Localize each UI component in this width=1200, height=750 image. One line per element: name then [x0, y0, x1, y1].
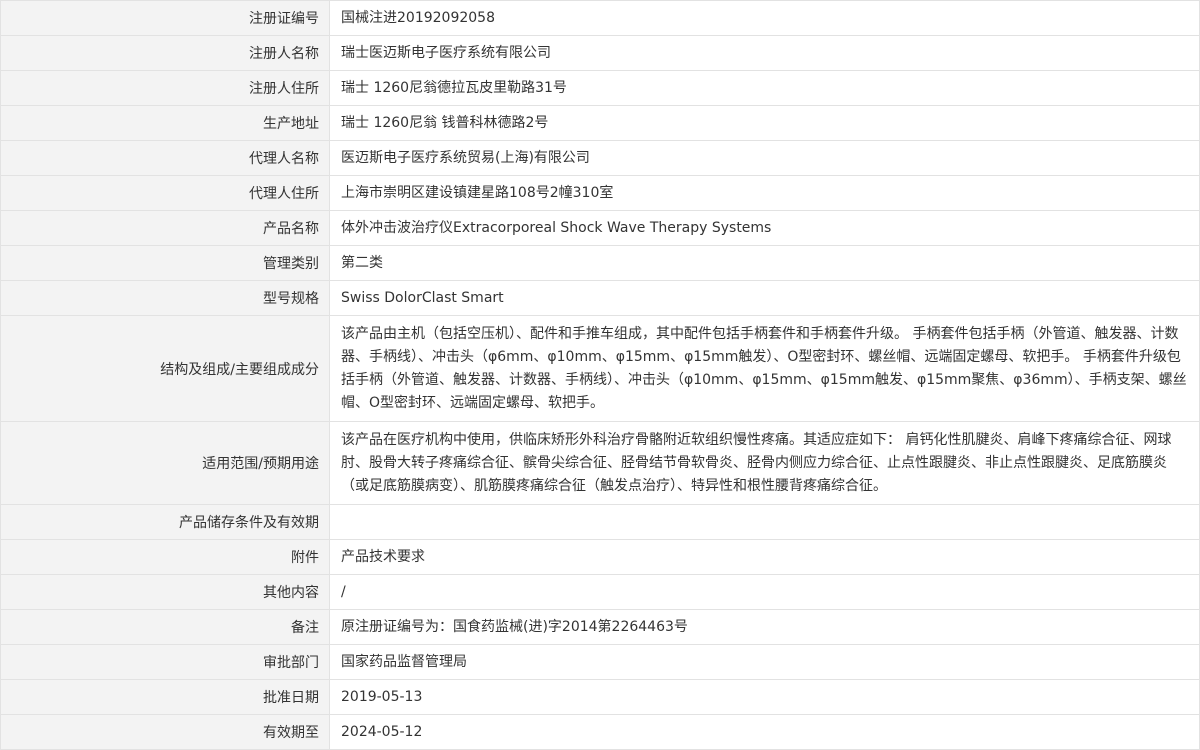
table-row: 结构及组成/主要组成成分 该产品由主机（包括空压机）、配件和手推车组成，其中配件包… [0, 315, 1200, 422]
table-row: 有效期至 2024-05-12 [0, 714, 1200, 750]
table-row: 审批部门 国家药品监督管理局 [0, 644, 1200, 680]
field-label: 代理人名称 [0, 140, 330, 176]
field-value: 上海市崇明区建设镇建星路108号2幢310室 [329, 175, 1200, 211]
field-label: 注册人名称 [0, 35, 330, 71]
field-value: 国械注进20192092058 [329, 0, 1200, 36]
table-row: 注册人住所 瑞士 1260尼翁德拉瓦皮里勒路31号 [0, 70, 1200, 106]
table-row: 附件 产品技术要求 [0, 539, 1200, 575]
field-label: 备注 [0, 609, 330, 645]
field-label: 附件 [0, 539, 330, 575]
field-label: 产品储存条件及有效期 [0, 504, 330, 540]
field-label: 结构及组成/主要组成成分 [0, 315, 330, 422]
table-row: 产品储存条件及有效期 [0, 504, 1200, 540]
field-label: 代理人住所 [0, 175, 330, 211]
field-value: 医迈斯电子医疗系统贸易(上海)有限公司 [329, 140, 1200, 176]
field-value: 2019-05-13 [329, 679, 1200, 715]
table-row: 产品名称 体外冲击波治疗仪Extracorporeal Shock Wave Th… [0, 210, 1200, 246]
table-row: 其他内容 / [0, 574, 1200, 610]
field-label: 生产地址 [0, 105, 330, 141]
table-row: 代理人名称 医迈斯电子医疗系统贸易(上海)有限公司 [0, 140, 1200, 176]
table-row: 代理人住所 上海市崇明区建设镇建星路108号2幢310室 [0, 175, 1200, 211]
table-row: 适用范围/预期用途 该产品在医疗机构中使用，供临床矫形外科治疗骨骼附近软组织慢性疼… [0, 421, 1200, 505]
table-row: 备注 原注册证编号为：国食药监械(进)字2014第2264463号 [0, 609, 1200, 645]
field-value: 该产品在医疗机构中使用，供临床矫形外科治疗骨骼附近软组织慢性疼痛。其适应症如下：… [329, 421, 1200, 505]
field-value: 原注册证编号为：国食药监械(进)字2014第2264463号 [329, 609, 1200, 645]
field-value: 国家药品监督管理局 [329, 644, 1200, 680]
field-value: 产品技术要求 [329, 539, 1200, 575]
field-value: / [329, 574, 1200, 610]
field-label: 注册证编号 [0, 0, 330, 36]
field-value: 瑞士医迈斯电子医疗系统有限公司 [329, 35, 1200, 71]
field-label: 适用范围/预期用途 [0, 421, 330, 505]
field-label: 有效期至 [0, 714, 330, 750]
field-value: 瑞士 1260尼翁 钱普科林德路2号 [329, 105, 1200, 141]
table-row: 注册人名称 瑞士医迈斯电子医疗系统有限公司 [0, 35, 1200, 71]
field-value: 瑞士 1260尼翁德拉瓦皮里勒路31号 [329, 70, 1200, 106]
field-value: 2024-05-12 [329, 714, 1200, 750]
field-label: 其他内容 [0, 574, 330, 610]
field-label: 审批部门 [0, 644, 330, 680]
field-label: 产品名称 [0, 210, 330, 246]
table-row: 批准日期 2019-05-13 [0, 679, 1200, 715]
table-row: 管理类别 第二类 [0, 245, 1200, 281]
table-row: 生产地址 瑞士 1260尼翁 钱普科林德路2号 [0, 105, 1200, 141]
field-label: 批准日期 [0, 679, 330, 715]
field-value: 该产品由主机（包括空压机）、配件和手推车组成，其中配件包括手柄套件和手柄套件升级… [329, 315, 1200, 422]
field-value: Swiss DolorClast Smart [329, 280, 1200, 316]
record-table-body: 注册证编号 国械注进20192092058 注册人名称 瑞士医迈斯电子医疗系统有限公… [0, 0, 1200, 750]
field-label: 管理类别 [0, 245, 330, 281]
field-value: 体外冲击波治疗仪Extracorporeal Shock Wave Therap… [329, 210, 1200, 246]
field-label: 注册人住所 [0, 70, 330, 106]
field-value: 第二类 [329, 245, 1200, 281]
table-row: 型号规格 Swiss DolorClast Smart [0, 280, 1200, 316]
field-label: 型号规格 [0, 280, 330, 316]
registration-record-table: 注册证编号 国械注进20192092058 注册人名称 瑞士医迈斯电子医疗系统有限公… [0, 0, 1200, 750]
table-row: 注册证编号 国械注进20192092058 [0, 0, 1200, 36]
field-value [329, 504, 1200, 540]
